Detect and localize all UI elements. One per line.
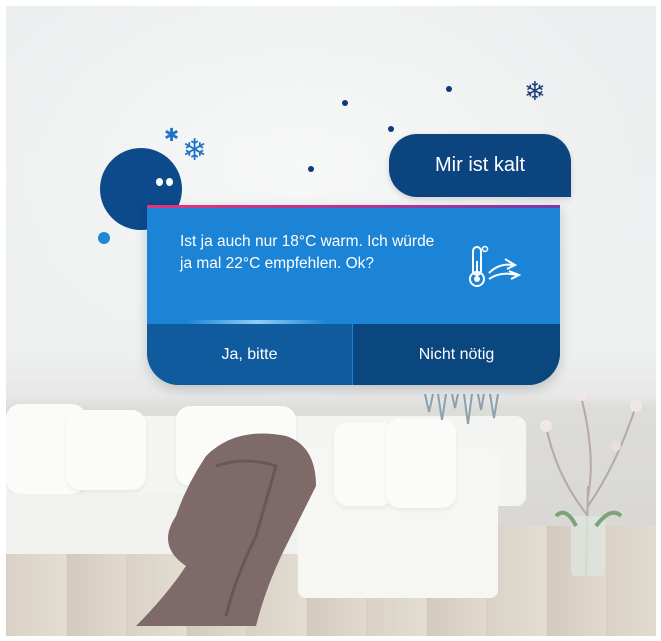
avatar-eye [166, 178, 173, 186]
decor-dot [446, 86, 452, 92]
plant-decoration [540, 391, 642, 577]
user-message-bubble: Mir ist kalt [389, 134, 571, 197]
yes-button-label: Ja, bitte [221, 345, 278, 363]
no-button-label: Nicht nötig [418, 345, 495, 363]
decor-dot [388, 126, 394, 132]
assistant-message-card: Ist ja auch nur 18°C warm. Ich würde ja … [147, 205, 560, 385]
sofa-throw-blanket [136, 433, 316, 626]
yes-button[interactable]: Ja, bitte [147, 324, 352, 385]
thermometer-airflow-icon [469, 245, 521, 287]
snowflake-icon: ✱ [164, 125, 180, 145]
avatar-indicator-dot [98, 232, 110, 244]
snowflake-icon: ❄ [182, 134, 208, 167]
snowflake-icon: ❄ [524, 76, 546, 106]
decor-dot [308, 166, 314, 172]
assistant-message-text: Ist ja auch nur 18°C warm. Ich würde ja … [180, 233, 435, 272]
user-message-text: Mir ist kalt [435, 154, 525, 176]
no-button[interactable]: Nicht nötig [353, 324, 560, 385]
icicles-decoration [424, 394, 499, 425]
card-accent-line [147, 205, 560, 208]
decor-dot [342, 100, 348, 106]
avatar-eye [156, 178, 163, 186]
sofa-cushion [334, 422, 394, 506]
